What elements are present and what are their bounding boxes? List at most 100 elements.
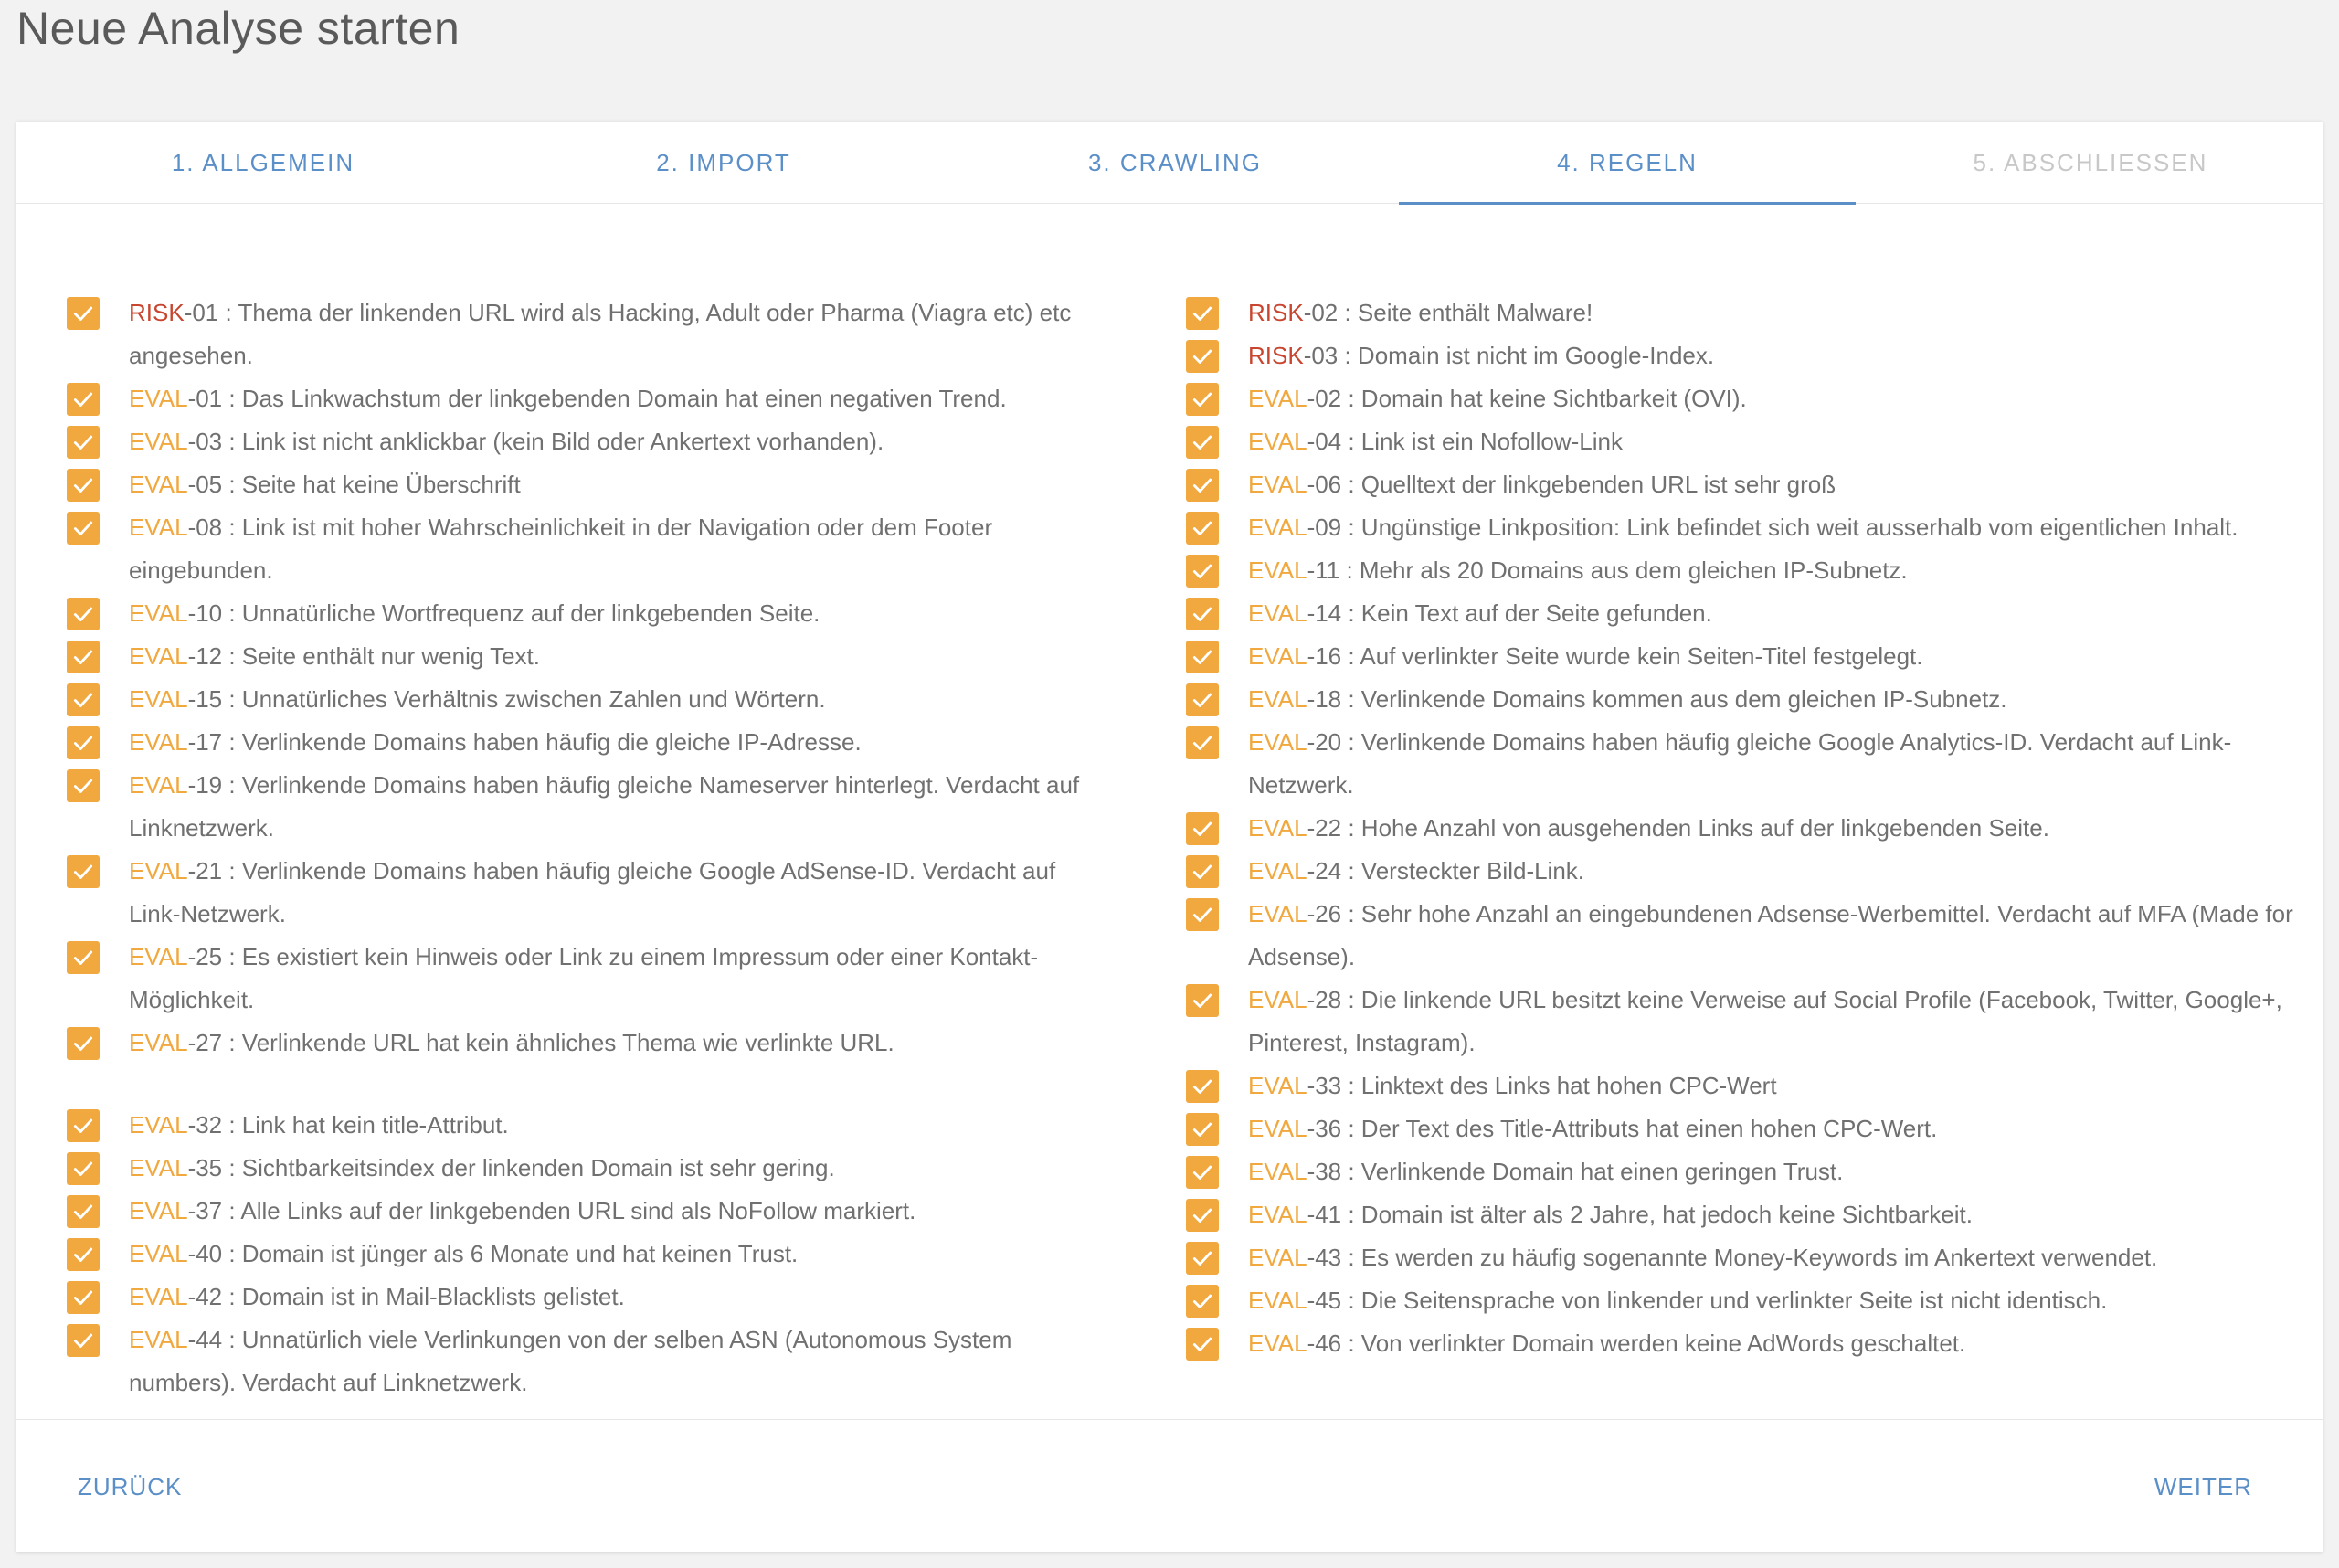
checkmark-icon [73, 607, 93, 621]
checkmark-icon [1192, 306, 1212, 321]
rule-checkbox[interactable] [67, 383, 100, 416]
rule-text: : Verlinkende Domains kommen aus dem gle… [1341, 685, 2007, 713]
checkmark-icon [1192, 1294, 1212, 1308]
rule-code: -38 [1307, 1158, 1342, 1185]
next-button[interactable]: WEITER [2154, 1473, 2252, 1501]
rule-text: : Verlinkende Domain hat einen geringen … [1341, 1158, 1844, 1185]
rule-prefix: EVAL [129, 1029, 188, 1056]
rule-text: : Der Text des Title-Attributs hat einen… [1341, 1115, 1938, 1142]
rule-item: EVAL-21 : Verlinkende Domains haben häuf… [16, 850, 1113, 936]
rule-prefix: EVAL [1248, 857, 1307, 885]
rule-prefix: EVAL [129, 385, 188, 412]
rule-checkbox[interactable] [67, 855, 100, 888]
rule-checkbox[interactable] [67, 512, 100, 545]
rule-checkbox[interactable] [1186, 1113, 1219, 1146]
rule-code: -12 [187, 642, 223, 670]
rule-code: -02 [1307, 385, 1342, 412]
rule-checkbox[interactable] [67, 1238, 100, 1271]
rule-checkbox[interactable] [67, 297, 100, 330]
rule-checkbox[interactable] [1186, 855, 1219, 888]
back-button[interactable]: ZURÜCK [78, 1473, 182, 1501]
rule-checkbox[interactable] [1186, 812, 1219, 845]
rule-item: EVAL-16 : Auf verlinkter Seite wurde kei… [1136, 635, 2314, 678]
rule-checkbox[interactable] [1186, 898, 1219, 931]
rule-item: EVAL-25 : Es existiert kein Hinweis oder… [16, 936, 1113, 1022]
tab-crawling[interactable]: 3. CRAWLING [947, 122, 1403, 204]
rule-checkbox[interactable] [1186, 598, 1219, 630]
rule-checkbox[interactable] [1186, 1242, 1219, 1275]
rule-checkbox[interactable] [1186, 426, 1219, 459]
rule-prefix: EVAL [1248, 1158, 1307, 1185]
rule-text: : Sichtbarkeitsindex der linkenden Domai… [222, 1154, 835, 1181]
tab-import[interactable]: 2. IMPORT [495, 122, 952, 204]
rule-text: : Hohe Anzahl von ausgehenden Links auf … [1341, 814, 2049, 842]
rule-checkbox[interactable] [1186, 683, 1219, 716]
rule-checkbox[interactable] [1186, 726, 1219, 759]
rule-checkbox[interactable] [67, 1195, 100, 1228]
rule-prefix: EVAL [129, 728, 188, 756]
rule-checkbox[interactable] [1186, 512, 1219, 545]
checkmark-icon [73, 736, 93, 750]
checkmark-icon [1192, 564, 1212, 578]
rule-checkbox[interactable] [67, 941, 100, 974]
rule-checkbox[interactable] [1186, 1070, 1219, 1103]
rule-checkbox[interactable] [1186, 555, 1219, 588]
rule-checkbox[interactable] [1186, 1199, 1219, 1232]
rule-checkbox[interactable] [67, 726, 100, 759]
rule-text: : Domain ist in Mail-Blacklists gelistet… [222, 1283, 625, 1310]
rule-code: -19 [187, 771, 223, 799]
rule-prefix: EVAL [1248, 900, 1307, 927]
rule-text: : Die Seitensprache von linkender und ve… [1341, 1287, 2108, 1314]
rule-code: -36 [1307, 1115, 1342, 1142]
rule-item: RISK-03 : Domain ist nicht im Google-Ind… [1136, 334, 2314, 377]
rule-prefix: EVAL [1248, 1287, 1307, 1314]
rule-checkbox[interactable] [1186, 641, 1219, 673]
checkmark-icon [1192, 693, 1212, 707]
rule-checkbox[interactable] [67, 683, 100, 716]
rule-checkbox[interactable] [67, 641, 100, 673]
rule-checkbox[interactable] [1186, 984, 1219, 1017]
checkmark-icon [73, 306, 93, 321]
rule-item: RISK-01 : Thema der linkenden URL wird a… [16, 291, 1113, 377]
rule-item: EVAL-40 : Domain ist jünger als 6 Monate… [16, 1233, 1113, 1276]
rule-checkbox[interactable] [1186, 1156, 1219, 1189]
rule-checkbox[interactable] [67, 1152, 100, 1185]
rule-text: : Quelltext der linkgebenden URL ist seh… [1341, 471, 1836, 498]
checkmark-icon [1192, 864, 1212, 879]
rule-checkbox[interactable] [67, 1027, 100, 1060]
rule-checkbox[interactable] [1186, 297, 1219, 330]
checkmark-icon [73, 1290, 93, 1305]
rule-item: EVAL-32 : Link hat kein title-Attribut. [16, 1104, 1113, 1147]
rule-code: -46 [1307, 1330, 1342, 1357]
rule-item: EVAL-05 : Seite hat keine Überschrift [16, 463, 1113, 506]
rule-item: EVAL-08 : Link ist mit hoher Wahrscheinl… [16, 506, 1113, 592]
rule-text: : Ungünstige Linkposition: Link befindet… [1341, 514, 2238, 541]
rule-item: EVAL-19 : Verlinkende Domains haben häuf… [16, 764, 1113, 850]
rules-column-left: RISK-01 : Thema der linkenden URL wird a… [16, 291, 1113, 1404]
rule-checkbox[interactable] [67, 1281, 100, 1314]
rule-checkbox[interactable] [1186, 1285, 1219, 1318]
rule-checkbox[interactable] [1186, 469, 1219, 502]
rule-prefix: EVAL [1248, 814, 1307, 842]
rule-code: -05 [187, 471, 223, 498]
rules-column-right: RISK-02 : Seite enthält Malware! RISK-03 … [1136, 291, 2314, 1365]
tab-regeln[interactable]: 4. REGELN [1399, 122, 1856, 205]
rule-text: : Domain hat keine Sichtbarkeit (OVI). [1341, 385, 1747, 412]
checkmark-icon [1192, 392, 1212, 407]
rule-text: : Auf verlinkter Seite wurde kein Seiten… [1341, 642, 1923, 670]
rule-checkbox[interactable] [1186, 340, 1219, 373]
rule-checkbox[interactable] [1186, 383, 1219, 416]
rule-prefix: EVAL [129, 1154, 188, 1181]
rule-text: : Das Linkwachstum der linkgebenden Doma… [222, 385, 1007, 412]
checkmark-icon [73, 1161, 93, 1176]
rule-checkbox[interactable] [67, 1324, 100, 1357]
rule-text: : Verlinkende URL hat kein ähnliches The… [222, 1029, 894, 1056]
tab-allgemein[interactable]: 1. ALLGEMEIN [35, 122, 492, 204]
rule-checkbox[interactable] [67, 769, 100, 802]
rule-checkbox[interactable] [67, 426, 100, 459]
checkmark-icon [73, 950, 93, 965]
rule-checkbox[interactable] [1186, 1328, 1219, 1361]
rule-checkbox[interactable] [67, 598, 100, 630]
rule-checkbox[interactable] [67, 1109, 100, 1142]
rule-checkbox[interactable] [67, 469, 100, 502]
